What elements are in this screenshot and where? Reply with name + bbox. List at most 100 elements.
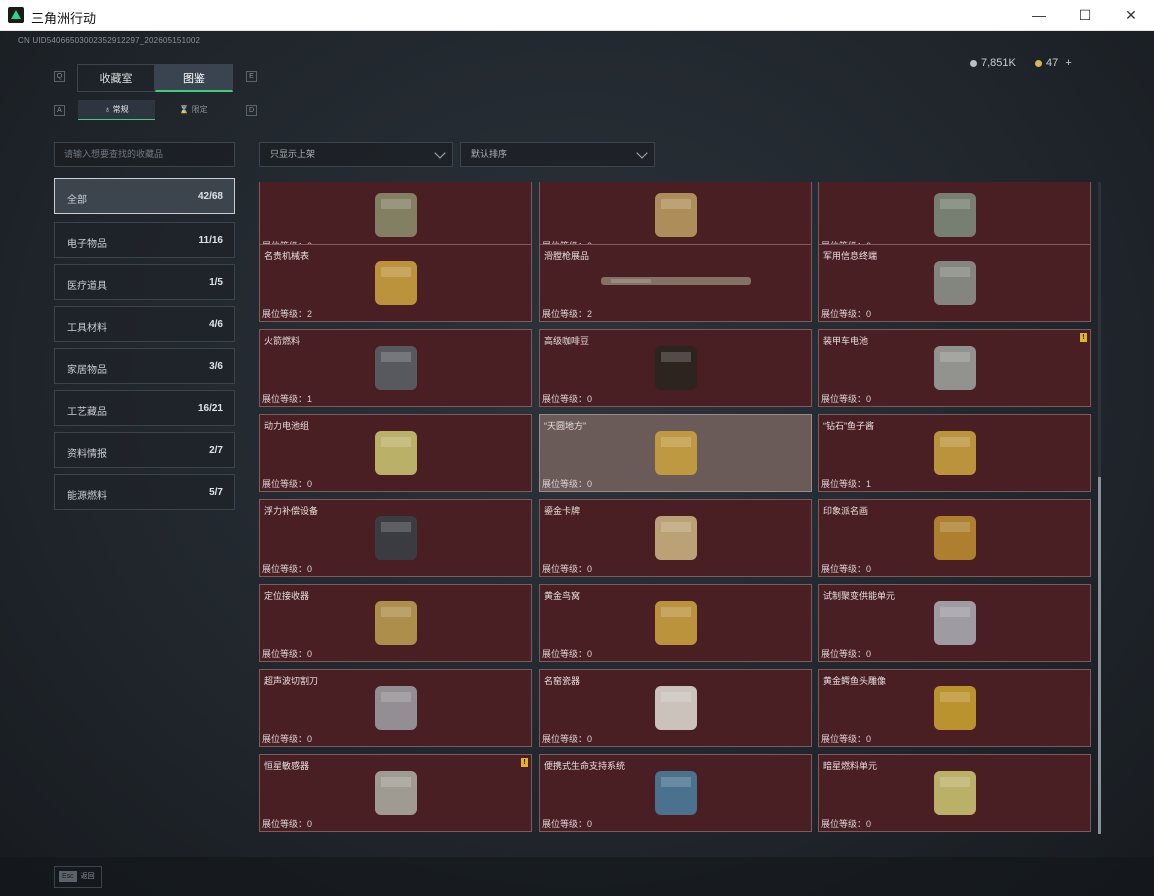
caviar-icon: [926, 427, 984, 484]
category-medical[interactable]: 医疗道具 1/5: [54, 264, 235, 300]
item-name: 军用信息终端: [823, 251, 878, 261]
display-level: 展位等级：0: [542, 564, 593, 574]
item-card[interactable]: 鎏金卡牌展位等级：0: [539, 499, 812, 577]
grid-scroll-thumb[interactable]: [1098, 477, 1101, 834]
display-level: 展位等级：2: [262, 309, 313, 319]
item-card[interactable]: 定位接收器展位等级：0: [259, 584, 532, 662]
minimize-button[interactable]: —: [1016, 0, 1062, 31]
item-name: 恒星敏感器: [264, 761, 310, 771]
item-name: “天圆地方”: [544, 421, 586, 431]
tab-codex[interactable]: 图鉴: [155, 64, 233, 92]
alert-icon: !: [521, 758, 528, 767]
category-household[interactable]: 家居物品 3/6: [54, 348, 235, 384]
display-level: 展位等级：0: [262, 649, 313, 659]
sensor-icon: [367, 767, 425, 824]
display-level: 展位等级：0: [262, 479, 313, 489]
item-card[interactable]: 便携式生命支持系统 展位等级：0: [539, 754, 812, 832]
alert-icon: !: [1080, 333, 1087, 342]
item-name: 鎏金卡牌: [544, 506, 581, 516]
card-icon: [647, 512, 705, 569]
item-name: 试制聚变供能单元: [823, 591, 896, 601]
game-viewport: CN UID54066503002352912297_202605151002 …: [0, 31, 1154, 896]
category-energy[interactable]: 能源燃料 5/7: [54, 474, 235, 510]
nest-icon: [647, 597, 705, 654]
item-card[interactable]: 高级咖啡豆展位等级：0: [539, 329, 812, 407]
filter-dropdown[interactable]: 只显示上架: [259, 142, 453, 167]
tank-icon: [367, 189, 425, 246]
search-input[interactable]: 请输入想要查找的收藏品: [54, 142, 235, 167]
display-level: 展位等级：0: [542, 734, 593, 744]
display-level: 展位等级：0: [262, 819, 313, 829]
display-level: 展位等级：0: [821, 734, 872, 744]
terminal-icon: [926, 257, 984, 314]
item-card[interactable]: 军用信息终端 展位等级：0: [818, 244, 1091, 322]
armillary-icon: [647, 427, 705, 484]
item-card[interactable]: 恒星敏感器展位等级：0!: [259, 754, 532, 832]
category-intel[interactable]: 资料情报 2/7: [54, 432, 235, 468]
limited-icon: ⌛: [179, 105, 192, 114]
item-card[interactable]: “天圆地方” 展位等级：0: [539, 414, 812, 492]
chevron-down-icon: [434, 147, 446, 159]
display-level: 展位等级：0: [821, 394, 872, 404]
category-crafts[interactable]: 工艺藏品 16/21: [54, 390, 235, 426]
vase-icon: [647, 682, 705, 739]
musket-icon: [600, 271, 751, 298]
maximize-button[interactable]: ☐: [1062, 0, 1108, 31]
close-button[interactable]: ✕: [1108, 0, 1154, 31]
tab-collection-room[interactable]: 收藏室: [77, 64, 155, 92]
bcd-icon: [367, 512, 425, 569]
key-hint-d: D: [246, 105, 257, 116]
coffee-bag-icon: [647, 342, 705, 399]
subtab-limited[interactable]: ⌛ 限定: [155, 100, 232, 120]
item-name: 印象派名画: [823, 506, 869, 516]
item-card[interactable]: 超声波切割刀 展位等级：0: [259, 669, 532, 747]
item-card[interactable]: 滑膛枪展品展位等级：2: [539, 244, 812, 322]
display-level: 展位等级：2: [542, 309, 593, 319]
item-name: 超声波切割刀: [264, 676, 319, 686]
back-button[interactable]: Esc 返回: [54, 866, 102, 888]
subtab-regular[interactable]: ♁ 常规: [78, 100, 155, 120]
item-card[interactable]: 试制聚变供能单元 展位等级：0: [818, 584, 1091, 662]
category-electronics[interactable]: 电子物品 11/16: [54, 222, 235, 258]
display-level: 展位等级：0: [542, 479, 593, 489]
item-card[interactable]: 印象派名画 展位等级：0: [818, 499, 1091, 577]
item-card[interactable]: 浮力补偿设备 展位等级：0: [259, 499, 532, 577]
key-hint-a: A: [54, 105, 65, 116]
item-card[interactable]: 暗星燃料单元 展位等级：0: [818, 754, 1091, 832]
item-card[interactable]: “钻石”鱼子酱 展位等级：1: [818, 414, 1091, 492]
window-titlebar: 三角洲行动 — ☐ ✕: [0, 0, 1154, 31]
item-name: 名贵机械表: [264, 251, 310, 261]
sort-dropdown[interactable]: 默认排序: [460, 142, 655, 167]
croc-icon: [926, 682, 984, 739]
display-level: 展位等级：0: [262, 734, 313, 744]
add-coins-button[interactable]: +: [1065, 57, 1071, 69]
item-name: 高级咖啡豆: [544, 336, 590, 346]
item-name: 滑膛枪展品: [544, 251, 590, 261]
fuel-cell-icon: [926, 767, 984, 824]
bottom-bar: [0, 857, 1154, 896]
item-name: 黄金鳄鱼头雕像: [823, 676, 887, 686]
fuel-can-icon: [367, 342, 425, 399]
item-name: 火箭燃料: [264, 336, 301, 346]
item-card[interactable]: 火箭燃料 展位等级：1: [259, 329, 532, 407]
item-card[interactable]: 装甲车电池 展位等级：0!: [818, 329, 1091, 407]
display-level: 展位等级：0: [542, 819, 593, 829]
item-name: 动力电池组: [264, 421, 310, 431]
display-level: 展位等级：0: [821, 309, 872, 319]
item-name: 定位接收器: [264, 591, 310, 601]
category-tools[interactable]: 工具材料 4/6: [54, 306, 235, 342]
money-coin-icon: [970, 59, 977, 67]
category-all[interactable]: 全部 42/68: [54, 178, 235, 214]
item-name: 暗星燃料单元: [823, 761, 878, 771]
item-card[interactable]: 黄金鸟窝 展位等级：0: [539, 584, 812, 662]
coin-display[interactable]: 47 +: [1035, 57, 1072, 69]
key-hint-e: E: [246, 71, 257, 82]
chevron-down-icon: [636, 147, 648, 159]
item-card[interactable]: 名贵机械表展位等级：2: [259, 244, 532, 322]
item-card[interactable]: 动力电池组展位等级：0: [259, 414, 532, 492]
item-card[interactable]: 名窑瓷器 展位等级：0: [539, 669, 812, 747]
item-card[interactable]: 黄金鳄鱼头雕像 展位等级：0: [818, 669, 1091, 747]
display-level: 展位等级：0: [542, 394, 593, 404]
receiver-icon: [367, 597, 425, 654]
display-level: 展位等级：0: [821, 819, 872, 829]
